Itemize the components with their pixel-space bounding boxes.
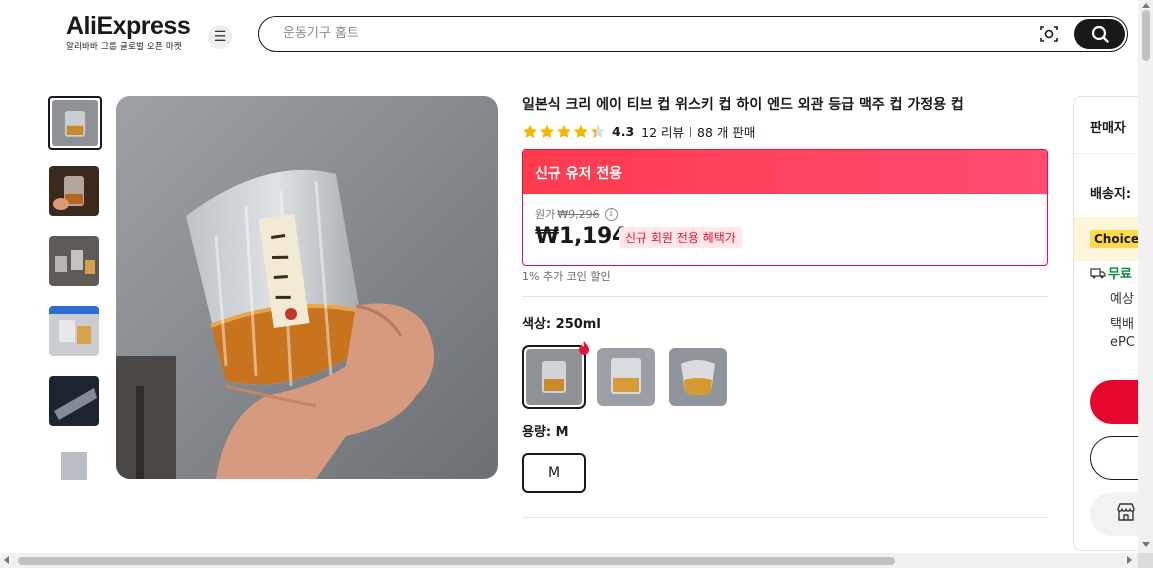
size-option-m[interactable]: M (522, 453, 586, 493)
seller-label[interactable]: 판매자 (1090, 117, 1126, 136)
divider (690, 126, 692, 137)
info-icon[interactable]: i (604, 207, 618, 221)
thumbnail-6[interactable] (49, 446, 99, 480)
coin-discount: 1% 추가 코인 할인 (522, 270, 611, 283)
scroll-up-arrow-icon[interactable] (1142, 3, 1150, 8)
color-option-2[interactable] (597, 348, 655, 406)
color-label: 색상: 250ml (522, 317, 601, 332)
store-icon (1117, 503, 1135, 521)
search-icon (1091, 25, 1109, 43)
ship-to-label[interactable]: 배송지: (1090, 183, 1131, 202)
sale-price: ₩1,194 (535, 224, 628, 249)
new-user-promo-box: 신규 유저 전용 원가 ₩9,296 i ₩1,194 신규 회원 전용 혜택가 (522, 149, 1048, 266)
rating-row: 4.3 12 리뷰 88 개 판매 (522, 122, 755, 141)
search-bar (258, 16, 1128, 52)
thumbnail-1[interactable] (48, 96, 102, 150)
search-input[interactable] (283, 17, 983, 50)
star-icon (540, 124, 554, 138)
free-shipping-text: 무료 (1108, 267, 1132, 282)
aliexpress-logo[interactable]: AliExpress 알리바바 그룹 글로벌 오픈 마켓 (66, 12, 191, 52)
logo-subtitle: 알리바바 그룹 글로벌 오픈 마켓 (66, 42, 182, 52)
thumbnail-5[interactable] (49, 376, 99, 426)
star-icon (557, 124, 571, 138)
half-star-icon (591, 124, 605, 138)
courier-label: 택배 (1110, 317, 1134, 332)
review-count-link[interactable]: 12 리뷰 (641, 122, 684, 141)
color-option-1[interactable] (522, 345, 586, 409)
capacity-label: 용량: M (522, 425, 569, 440)
promo-header: 신규 유저 전용 (523, 150, 1047, 194)
original-price-value: ₩9,296 (557, 207, 600, 221)
hamburger-menu-icon[interactable]: ☰ (208, 25, 232, 49)
hot-flame-icon (579, 341, 589, 355)
thumbnail-list (48, 96, 102, 480)
thumbnail-4[interactable] (49, 306, 99, 356)
product-title: 일본식 크리 에이 티브 컵 위스키 컵 하이 엔드 외관 등급 맥주 컵 가정… (522, 97, 964, 113)
vertical-scroll-thumb[interactable] (1142, 10, 1150, 61)
scroll-left-arrow-icon[interactable] (4, 556, 9, 564)
truck-icon (1090, 267, 1106, 278)
thumbnail-3[interactable] (49, 236, 99, 286)
original-price-label: 원가 (535, 208, 556, 221)
color-option-3[interactable] (669, 348, 727, 406)
price-badge: 신규 회원 전용 혜택가 (619, 227, 742, 248)
divider (522, 517, 1048, 518)
star-icon (523, 124, 537, 138)
rating-stars (522, 124, 606, 139)
sold-count: 88 개 판매 (697, 125, 756, 140)
scrollbar-corner (1138, 553, 1153, 568)
scroll-down-arrow-icon[interactable] (1142, 542, 1150, 547)
star-icon (574, 124, 588, 138)
horizontal-scroll-thumb[interactable] (18, 557, 895, 565)
choice-badge: Choice (1090, 230, 1143, 248)
divider (522, 296, 1048, 297)
main-product-image[interactable] (116, 96, 498, 479)
rating-score: 4.3 (612, 124, 635, 139)
horizontal-scrollbar[interactable] (0, 553, 1138, 568)
delivery-estimate: 예상 (1110, 292, 1134, 307)
search-button[interactable] (1074, 18, 1125, 49)
scroll-right-arrow-icon[interactable] (1127, 556, 1132, 564)
thumbnail-2[interactable] (49, 166, 99, 216)
epc-label: ePC (1110, 335, 1135, 350)
free-shipping: 무료 (1090, 263, 1132, 282)
camera-search-icon[interactable] (1039, 24, 1059, 44)
logo-text: AliExpress (66, 12, 191, 40)
vertical-scrollbar[interactable] (1138, 0, 1153, 553)
original-price: 원가 ₩9,296 i (535, 206, 618, 222)
